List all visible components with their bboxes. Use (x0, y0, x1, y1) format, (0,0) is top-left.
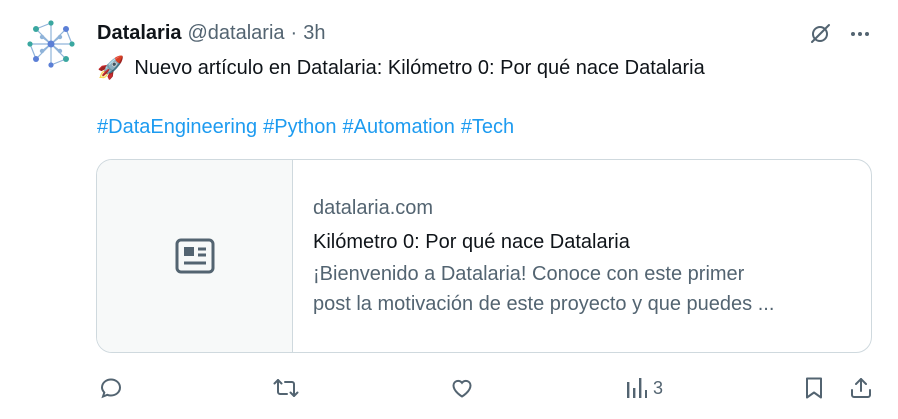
more-options-icon[interactable] (846, 20, 874, 48)
avatar[interactable] (22, 15, 80, 73)
views-icon (625, 376, 647, 400)
card-description-line: post la motivación de este proyecto y qu… (313, 293, 775, 315)
grok-icon[interactable] (806, 20, 834, 48)
share-icon (849, 376, 873, 400)
views-count: 3 (653, 377, 664, 398)
bookmark-icon (803, 376, 825, 400)
hashtag-link[interactable]: #DataEngineering (97, 116, 257, 139)
repost-icon (273, 376, 299, 400)
author-name[interactable]: Datalaria (97, 20, 182, 46)
card-thumbnail (97, 160, 293, 352)
hashtag-link[interactable]: #Python (263, 116, 336, 139)
bookmark-button[interactable] (803, 374, 825, 402)
hashtag-link[interactable]: #Tech (461, 116, 514, 139)
views-button[interactable]: 3 (625, 374, 663, 402)
card-domain: datalaria.com (313, 197, 434, 219)
post-time[interactable]: 3h (303, 20, 325, 46)
post-text-body: Nuevo artículo en Datalaria: Kilómetro 0… (134, 56, 705, 79)
post-header: Datalaria @datalaria · 3h (97, 20, 325, 46)
link-card[interactable]: datalaria.com Kilómetro 0: Por qué nace … (96, 159, 872, 353)
rocket-emoji: 🚀 (97, 55, 125, 80)
card-title: Kilómetro 0: Por qué nace Datalaria (313, 231, 630, 253)
article-icon (175, 238, 215, 274)
card-description-line: ¡Bienvenido a Datalaria! Conoce con este… (313, 263, 745, 285)
like-button[interactable] (450, 374, 474, 402)
action-bar: 3 (97, 374, 875, 402)
reply-button[interactable] (99, 374, 123, 402)
separator: · (290, 22, 298, 44)
card-body: datalaria.com Kilómetro 0: Por qué nace … (293, 160, 774, 352)
reply-icon (99, 376, 123, 400)
post-text: 🚀 Nuevo artículo en Datalaria: Kilómetro… (97, 54, 705, 82)
share-button[interactable] (849, 374, 873, 402)
author-handle[interactable]: @datalaria (188, 20, 285, 46)
hashtag-link[interactable]: #Automation (343, 116, 455, 139)
repost-button[interactable] (273, 374, 299, 402)
hashtag-list: #DataEngineering #Python #Automation #Te… (97, 113, 514, 141)
heart-icon (450, 376, 474, 400)
card-description: ¡Bienvenido a Datalaria! Conoce con este… (313, 259, 774, 319)
